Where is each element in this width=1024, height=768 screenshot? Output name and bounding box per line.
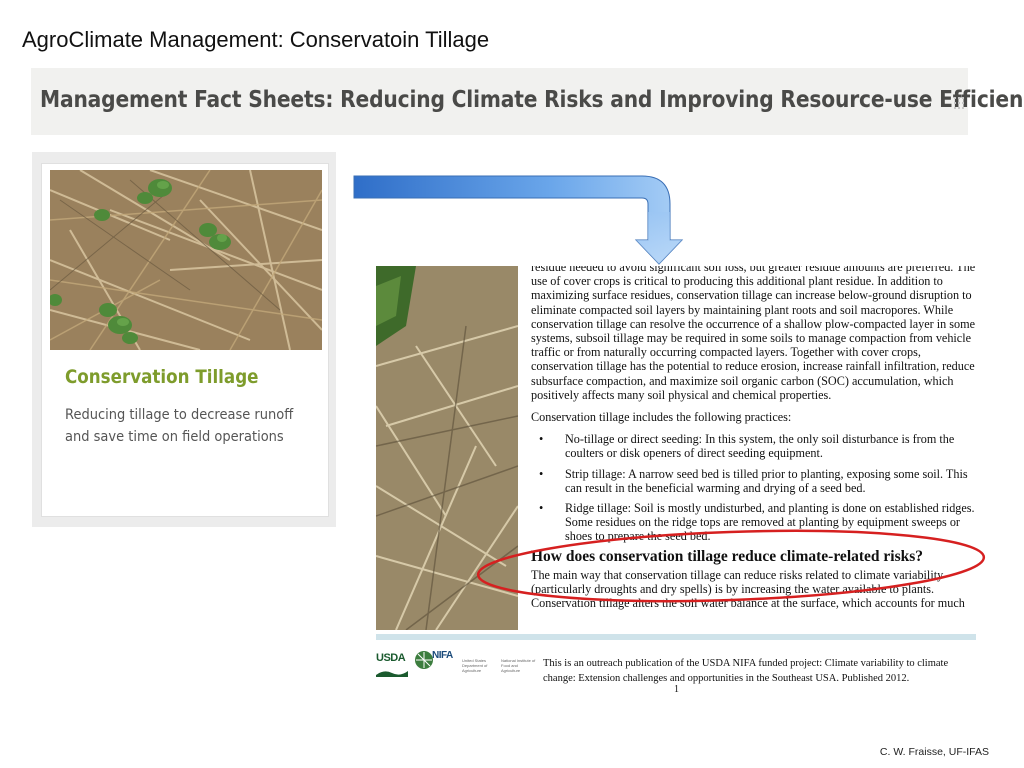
doc-footer: USDA NIFA United States Department of Ag…: [376, 644, 976, 710]
highlight-ellipse: [476, 529, 986, 603]
doc-paragraph: Conservation tillage includes the follow…: [531, 410, 792, 425]
bent-arrow-icon: [353, 175, 684, 265]
doc-paragraph: residue needed to avoid significant soil…: [531, 266, 976, 402]
usda-agency-name: United States Department of Agriculture: [462, 658, 488, 673]
banner-title: Management Fact Sheets: Reducing Climate…: [40, 87, 1024, 113]
grid-dots-icon: [954, 95, 966, 111]
author-credit: C. W. Fraisse, UF-IFAS: [879, 746, 989, 758]
conservation-tillage-card[interactable]: Conservation Tillage Reducing tillage to…: [41, 163, 329, 517]
list-item: No-tillage or direct seeding: In this sy…: [539, 432, 976, 460]
fact-sheet-document: residue needed to avoid significant soil…: [376, 266, 976, 710]
fact-sheets-banner: Management Fact Sheets: Reducing Climate…: [31, 68, 1024, 135]
publication-note: This is an outreach publication of the U…: [543, 658, 949, 684]
card-description: Reducing tillage to decrease runoff and …: [65, 407, 294, 445]
usda-logo: USDA: [376, 652, 408, 677]
footer-divider: [376, 634, 976, 640]
nifa-agency-name: National Institute of Food and Agricultu…: [501, 658, 536, 673]
slide-title: AgroClimate Management: Conservatoin Til…: [22, 27, 490, 52]
crop-residue-photo: [50, 170, 322, 350]
card-title[interactable]: Conservation Tillage: [65, 366, 259, 388]
list-item: Strip tillage: A narrow seed bed is till…: [539, 467, 976, 495]
page-number: 1: [674, 684, 679, 695]
nifa-logo: NIFA: [414, 644, 458, 676]
